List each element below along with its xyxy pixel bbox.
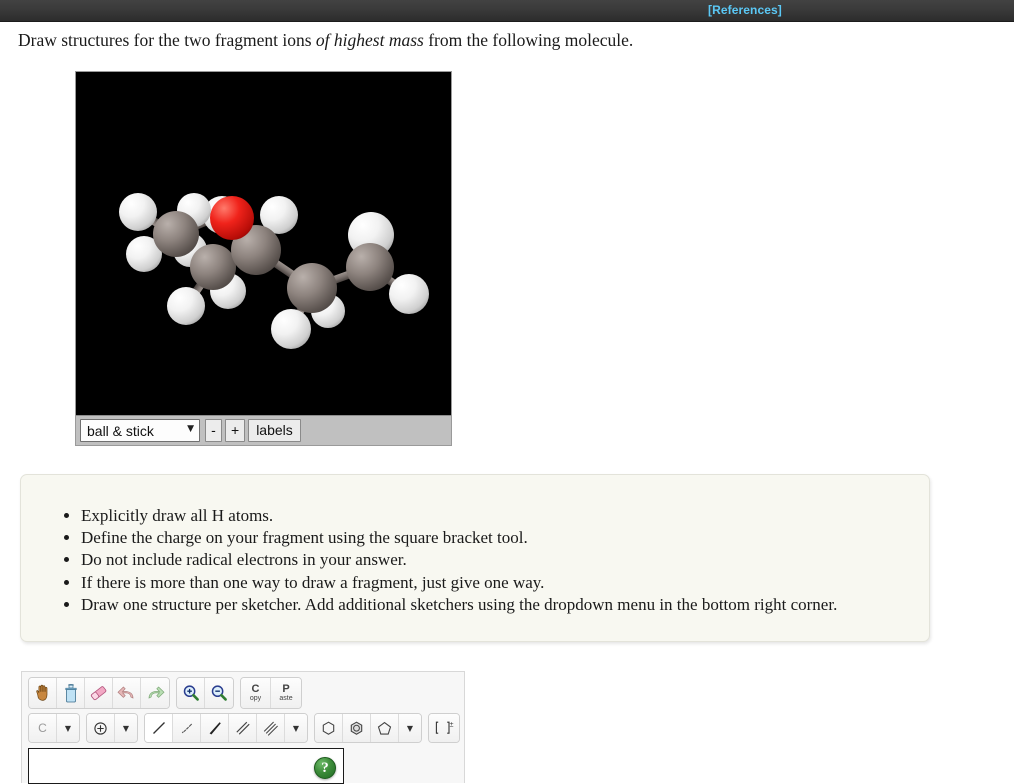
bond-dropdown-button[interactable]: ▼ bbox=[285, 714, 307, 742]
viewer-control-bar: ball & stickspacefillstickswireframe ▼ -… bbox=[76, 415, 451, 445]
zoom-in-icon bbox=[183, 685, 199, 701]
undo-arrow-icon bbox=[116, 686, 133, 699]
aromatic-hexagon-ring-icon bbox=[350, 721, 363, 735]
toolbar-group-charge: ▼ bbox=[86, 713, 138, 743]
svg-text:±: ± bbox=[450, 722, 454, 729]
sketcher-canvas[interactable]: ? bbox=[28, 748, 344, 784]
instruction-item: Draw one structure per sketcher. Add add… bbox=[81, 594, 929, 616]
references-link[interactable]: [References] bbox=[708, 3, 782, 17]
chevron-down-icon: ▼ bbox=[292, 723, 300, 733]
toolbar-group-bonds: ▼ bbox=[144, 713, 308, 743]
element-label: C bbox=[38, 721, 47, 735]
charge-plus-circle-icon bbox=[94, 721, 107, 735]
labels-button[interactable]: labels bbox=[248, 419, 301, 442]
bracket-charge-icon: ± bbox=[435, 722, 454, 734]
square-bracket-charge-tool-button[interactable]: ± bbox=[429, 714, 459, 742]
question-prompt: Draw structures for the two fragment ion… bbox=[18, 30, 633, 51]
instructions-panel: Explicitly draw all H atoms.Define the c… bbox=[20, 474, 930, 642]
hexagon-ring-icon bbox=[322, 721, 335, 735]
element-dropdown-button[interactable]: ▼ bbox=[57, 714, 79, 742]
sketcher-toolbar-row-2: C ▼ ▼ ▼ ▼ ± bbox=[28, 713, 466, 743]
toolbar-group-zoom bbox=[176, 677, 234, 709]
benzene-ring-tool-button[interactable] bbox=[343, 714, 371, 742]
prompt-text-before: Draw structures for the two fragment ion… bbox=[18, 30, 316, 50]
zoom-in-button[interactable]: + bbox=[225, 419, 246, 442]
paste-tool-button[interactable]: P aste bbox=[271, 678, 301, 708]
molecule-3d-canvas[interactable] bbox=[76, 72, 451, 415]
zoom-out-tool-button[interactable] bbox=[205, 678, 233, 708]
instruction-item: Explicitly draw all H atoms. bbox=[81, 505, 929, 527]
chevron-down-icon: ▼ bbox=[64, 723, 72, 733]
molecule-atom-c bbox=[287, 263, 337, 313]
triple-bond-tool-button[interactable] bbox=[257, 714, 285, 742]
instructions-list: Explicitly draw all H atoms.Define the c… bbox=[21, 475, 929, 616]
eraser-icon bbox=[90, 686, 107, 701]
paste-label-bottom: aste bbox=[279, 694, 293, 702]
paste-label-top: P bbox=[282, 682, 290, 695]
pentagon-ring-icon bbox=[377, 721, 392, 735]
instruction-item: Define the charge on your fragment using… bbox=[81, 527, 929, 549]
cyclohexane-ring-tool-button[interactable] bbox=[315, 714, 343, 742]
triple-bond-icon bbox=[263, 721, 278, 736]
render-style-select-wrapper[interactable]: ball & stickspacefillstickswireframe ▼ bbox=[80, 419, 205, 442]
instruction-item: If there is more than one way to draw a … bbox=[81, 572, 929, 594]
element-tool-button[interactable]: C bbox=[29, 714, 57, 742]
toolbar-group-element: C ▼ bbox=[28, 713, 80, 743]
solid-wedge-bond-icon bbox=[209, 722, 221, 735]
chevron-down-icon: ▼ bbox=[406, 723, 414, 733]
instruction-item: Do not include radical electrons in your… bbox=[81, 549, 929, 571]
toolbar-group-edit bbox=[28, 677, 170, 709]
double-bond-tool-button[interactable] bbox=[229, 714, 257, 742]
render-style-select[interactable]: ball & stickspacefillstickswireframe bbox=[80, 419, 200, 442]
zoom-out-button[interactable]: - bbox=[205, 419, 222, 442]
trash-can-icon bbox=[64, 683, 77, 702]
toolbar-group-bracket: ± bbox=[428, 713, 460, 743]
prompt-text-emphasis: of highest mass bbox=[315, 30, 424, 50]
hand-icon bbox=[36, 684, 48, 701]
charge-tool-button[interactable] bbox=[87, 714, 115, 742]
ring-dropdown-button[interactable]: ▼ bbox=[399, 714, 421, 742]
molecule-atom-c bbox=[190, 244, 236, 290]
hash-wedge-bond-tool-button[interactable] bbox=[173, 714, 201, 742]
structure-sketcher[interactable]: C opy P aste C ▼ ▼ ▼ ▼ ± ? bbox=[21, 671, 466, 784]
molecule-atom-h bbox=[389, 274, 429, 314]
sketcher-toolbar-row-1: C opy P aste bbox=[28, 677, 308, 709]
zoom-out-icon bbox=[211, 685, 227, 701]
toolbar-group-clipboard: C opy P aste bbox=[240, 677, 302, 709]
copy-label-bottom: opy bbox=[249, 694, 262, 702]
molecule-viewer[interactable]: ball & stickspacefillstickswireframe ▼ -… bbox=[75, 71, 452, 446]
charge-dropdown-button[interactable]: ▼ bbox=[115, 714, 137, 742]
chevron-down-icon: ▼ bbox=[122, 723, 130, 733]
molecule-atom-h bbox=[119, 193, 157, 231]
top-bar: [References] bbox=[0, 0, 1014, 22]
copy-tool-button[interactable]: C opy bbox=[241, 678, 271, 708]
single-bond-tool-button[interactable] bbox=[145, 714, 173, 742]
single-bond-icon bbox=[152, 722, 165, 734]
hashed-wedge-bond-icon bbox=[181, 723, 192, 734]
double-bond-icon bbox=[235, 721, 250, 735]
solid-wedge-bond-tool-button[interactable] bbox=[201, 714, 229, 742]
redo-tool-button[interactable] bbox=[141, 678, 169, 708]
copy-label-top: C bbox=[251, 682, 260, 695]
toolbar-group-rings: ▼ bbox=[314, 713, 422, 743]
molecule-atom-c bbox=[346, 243, 394, 291]
clear-all-tool-button[interactable] bbox=[57, 678, 85, 708]
redo-arrow-icon bbox=[148, 686, 165, 699]
pan-tool-button[interactable] bbox=[29, 678, 57, 708]
zoom-in-tool-button[interactable] bbox=[177, 678, 205, 708]
molecule-atom-h bbox=[271, 309, 311, 349]
molecule-atom-h bbox=[167, 287, 205, 325]
help-button[interactable]: ? bbox=[314, 757, 336, 779]
molecule-atom-c bbox=[153, 211, 199, 257]
undo-tool-button[interactable] bbox=[113, 678, 141, 708]
molecule-atom-o bbox=[210, 196, 254, 240]
eraser-tool-button[interactable] bbox=[85, 678, 113, 708]
cyclopentane-ring-tool-button[interactable] bbox=[371, 714, 399, 742]
prompt-text-after: from the following molecule. bbox=[423, 30, 634, 50]
